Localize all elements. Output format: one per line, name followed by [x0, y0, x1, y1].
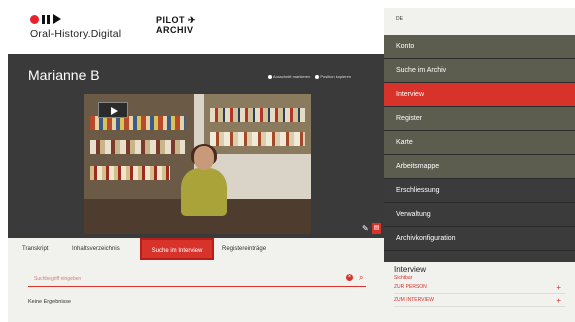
video-books	[90, 140, 185, 154]
logo-marks	[30, 14, 121, 24]
video-legend: Ausschnitt markieren Position kopieren	[268, 74, 351, 79]
panel-title: Interview	[394, 265, 427, 274]
panel-row-label: ZUM INTERVIEW	[394, 297, 434, 303]
video-books	[210, 108, 305, 122]
search-icon[interactable]: ⌕	[359, 273, 363, 282]
edit-icon[interactable]: ✎	[362, 225, 370, 233]
language-selector[interactable]: DE	[384, 8, 575, 35]
logo-text: Oral-History.Digital	[30, 28, 122, 40]
sidebar-item-workbook[interactable]: Arbeitsmappe	[384, 155, 575, 179]
tab-table-of-contents[interactable]: Inhaltsverzeichnis	[72, 238, 136, 260]
pilot-label: PILOT	[156, 15, 185, 25]
pdf-icon[interactable]: ▤	[372, 223, 381, 234]
panel-row-interview[interactable]: ZUM INTERVIEW +	[394, 294, 565, 307]
play-icon	[53, 14, 61, 24]
sidebar: DE Konto Suche im Archiv Interview Regis…	[384, 8, 575, 322]
video-player[interactable]	[84, 94, 311, 234]
video-books	[210, 132, 305, 146]
tab-registry-entries[interactable]: Registereinträge	[222, 238, 292, 260]
plus-icon: +	[556, 296, 561, 305]
pause-icon	[42, 14, 50, 24]
sidebar-item-administration[interactable]: Verwaltung	[384, 203, 575, 227]
legend-position[interactable]: Position kopieren	[315, 74, 351, 79]
video-books	[90, 116, 185, 130]
search-input[interactable]	[28, 271, 328, 286]
sidebar-item-map[interactable]: Karte	[384, 131, 575, 155]
legend-marked[interactable]: Ausschnitt markieren	[268, 74, 310, 79]
panel-row-label: ZUR PERSON	[394, 284, 427, 290]
pilot-archive-label: PILOT ✈ ARCHIV	[156, 15, 196, 35]
interview-panel: Interview Sichtbar ZUR PERSON + ZUM INTE…	[384, 262, 575, 322]
dot-icon	[315, 74, 320, 79]
dot-icon	[268, 74, 272, 79]
record-icon	[30, 14, 39, 24]
sidebar-item-interview[interactable]: Interview	[384, 83, 575, 107]
airplane-icon: ✈	[188, 15, 197, 25]
sidebar-item-indexing[interactable]: Erschliessung	[384, 179, 575, 203]
sidebar-item-archive-config[interactable]: Archivkonfiguration	[384, 227, 575, 251]
app-frame: Oral-History.Digital PILOT ✈ ARCHIV Maria…	[8, 8, 575, 322]
plus-icon: +	[556, 283, 561, 292]
video-person-torso	[181, 168, 227, 216]
panel-row-person[interactable]: ZUR PERSON +	[394, 281, 565, 294]
search-bar: × ⌕	[28, 271, 366, 287]
archive-label: ARCHIV	[156, 25, 194, 35]
interview-title: Marianne B	[28, 67, 100, 83]
tab-search-interview[interactable]: Suche im Interview	[140, 238, 214, 260]
legend-position-label: Position kopieren	[320, 74, 352, 79]
sidebar-item-archive-search[interactable]: Suche im Archiv	[384, 59, 575, 83]
video-books	[90, 166, 170, 180]
video-person-head	[194, 146, 214, 170]
interview-header: Marianne B Ausschnitt markieren Position…	[8, 54, 384, 238]
clear-icon[interactable]: ×	[346, 274, 353, 281]
play-icon	[111, 107, 118, 115]
tab-transcript[interactable]: Transkript	[22, 238, 62, 260]
interview-tabs: Transkript Inhaltsverzeichnis Suche im I…	[8, 238, 384, 260]
sidebar-item-register[interactable]: Register	[384, 107, 575, 131]
sidebar-item-account[interactable]: Konto	[384, 35, 575, 59]
logo[interactable]: Oral-History.Digital	[30, 14, 121, 40]
legend-marked-label: Ausschnitt markieren	[273, 74, 311, 79]
play-button[interactable]	[98, 102, 128, 118]
no-results-text: Keine Ergebnisse	[28, 299, 72, 305]
video-person	[179, 144, 229, 216]
header: Oral-History.Digital PILOT ✈ ARCHIV	[8, 8, 384, 54]
